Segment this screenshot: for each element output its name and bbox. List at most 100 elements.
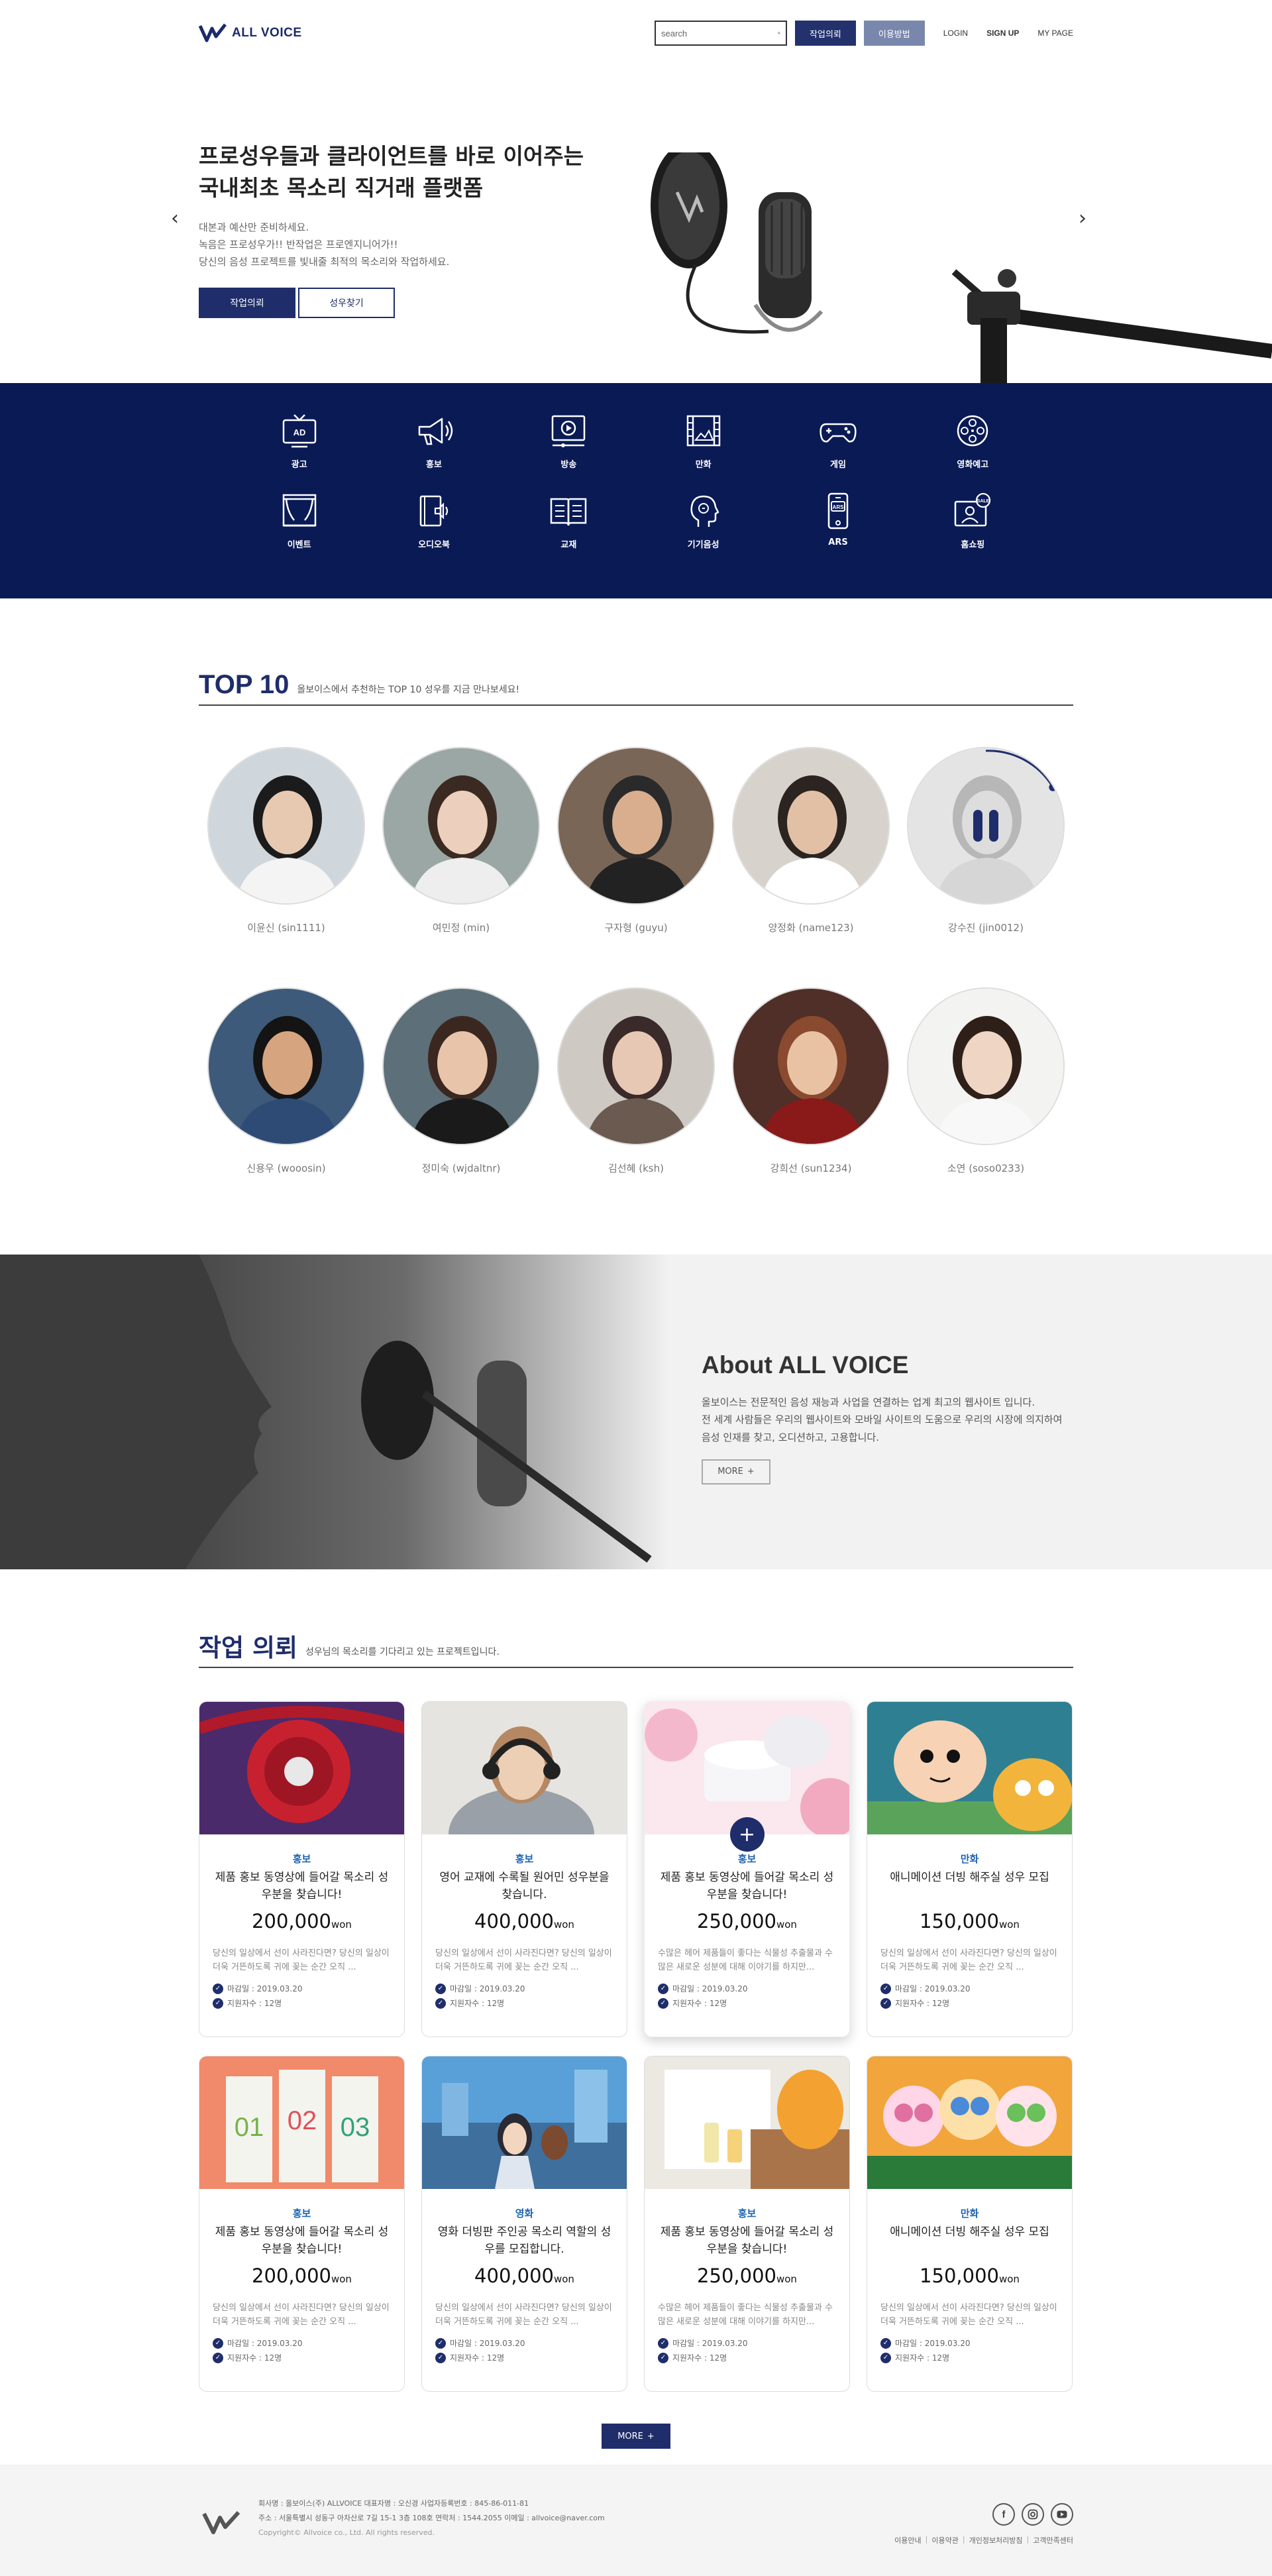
about-more-label: MORE (717, 1467, 743, 1477)
jobs-more-button[interactable]: MORE + (602, 2424, 670, 2449)
job-price: 250,000won (658, 1910, 836, 1932)
mypage-link[interactable]: MY PAGE (1037, 28, 1073, 38)
search-icon[interactable] (778, 27, 780, 39)
search-input[interactable] (661, 28, 778, 38)
job-price: 150,000won (880, 2265, 1059, 2287)
check-icon: ✓ (213, 2352, 223, 2363)
actor-avatar[interactable] (732, 987, 890, 1145)
about-section: About ALL VOICE 올보이스는 전문적인 음성 재능과 사업을 연결… (0, 1255, 1272, 1569)
category-item[interactable]: 홍보 (366, 410, 501, 470)
category-item[interactable]: 오디오북 (366, 490, 501, 550)
actor-card[interactable]: 신용우 (wooosin) (199, 987, 374, 1175)
category-item[interactable]: ARS ARS (770, 490, 905, 550)
audio-progress-ring (985, 750, 1057, 791)
hero-desc-line: 녹음은 프로성우가!! 반작업은 프로엔지니어가!! (199, 238, 398, 251)
actor-avatar[interactable] (382, 987, 540, 1145)
job-applicants-text: 지원자수 : 12명 (895, 1999, 950, 2008)
check-icon: ✓ (213, 1997, 223, 2009)
job-category: 영화 (515, 2208, 534, 2219)
category-item[interactable]: AD 광고 (232, 410, 366, 470)
actor-avatar[interactable] (207, 987, 365, 1145)
actor-avatar[interactable] (207, 747, 365, 905)
job-thumbnail (422, 2056, 627, 2189)
job-applicants-text: 지원자수 : 12명 (895, 2353, 950, 2363)
footer-company-info: 회사명 : 올보이스(주) ALLVOICE 대표자명 : 오신경 사업자등록번… (258, 2499, 529, 2508)
actor-avatar[interactable] (557, 987, 715, 1145)
actor-card[interactable]: 소연 (soso0233) (898, 987, 1073, 1175)
actor-card[interactable]: 이윤신 (sin1111) (199, 747, 374, 934)
actor-photo (209, 989, 364, 1144)
job-price: 400,000won (435, 2265, 613, 2287)
actor-card[interactable]: 양정화 (name123) (723, 747, 898, 934)
job-card[interactable]: + 홍보 제품 홍보 동영상에 들어갈 목소리 성우분을 찾습니다! 250,0… (644, 1701, 850, 2037)
job-price-value: 150,000 (920, 1910, 999, 1932)
actor-name: 이윤신 (sin1111) (247, 922, 325, 934)
actor-avatar[interactable] (732, 747, 890, 905)
category-item[interactable]: SALE 홈쇼핑 (906, 490, 1040, 550)
check-icon: ✓ (213, 1983, 223, 1994)
find-voice-actor-button[interactable]: 성우찾기 (298, 288, 395, 319)
site-header: ALL VOICE 작업의뢰 이용방법 LOGIN SIGN UP MY PAG… (0, 0, 1272, 66)
job-card[interactable]: 만화 애니메이션 더빙 해주실 성우 모집 150,000won 당신의 일상에… (867, 1701, 1073, 2037)
job-deadline: ✓ 마감일 : 2019.03.20 (658, 2337, 836, 2349)
job-price-unit: won (998, 2273, 1020, 2285)
footer-link[interactable]: 이용약관 (931, 2535, 958, 2546)
job-price: 200,000won (213, 2265, 391, 2287)
job-applicants-text: 지원자수 : 12명 (450, 2353, 505, 2363)
category-item[interactable]: 방송 (502, 410, 636, 470)
hero-prev-arrow[interactable]: ‹ (171, 207, 179, 230)
instagram-icon[interactable] (1022, 2503, 1044, 2526)
footer-link[interactable]: 이용안내 (894, 2535, 921, 2546)
category-item[interactable]: 영화예고 (906, 410, 1040, 470)
job-card[interactable]: 01 02 03 홍보 제품 홍보 동영상에 들어갈 목소리 성우분을 찾습니다! … (199, 2056, 405, 2392)
actor-card[interactable]: 강희선 (sun1234) (723, 987, 898, 1175)
job-description: 수많은 헤어 제품들이 좋다는 식물성 추출물과 수많은 새로운 성분에 대해 … (658, 2303, 833, 2327)
check-icon: ✓ (658, 1997, 668, 2009)
about-more-button[interactable]: MORE + (702, 1459, 770, 1484)
job-card[interactable]: 홍보 제품 홍보 동영상에 들어갈 목소리 성우분을 찾습니다! 200,000… (199, 1701, 405, 2037)
category-item[interactable]: 만화 (636, 410, 770, 470)
broadcast-play-icon (552, 415, 586, 447)
request-work-button[interactable]: 작업의뢰 (795, 21, 856, 46)
actor-card[interactable]: 강수진 (jin0012) (898, 747, 1073, 934)
actor-avatar[interactable] (907, 987, 1065, 1145)
check-icon: ✓ (435, 2352, 446, 2363)
job-card-image (645, 1702, 849, 1834)
hero-request-button[interactable]: 작업의뢰 (199, 288, 295, 319)
youtube-icon[interactable] (1051, 2503, 1073, 2526)
signup-link[interactable]: SIGN UP (986, 28, 1019, 38)
category-label: 오디오북 (418, 540, 450, 550)
brand-logo[interactable]: ALL VOICE (199, 23, 302, 43)
facebook-icon[interactable]: f (992, 2503, 1015, 2526)
job-price-value: 200,000 (252, 2265, 331, 2287)
actor-avatar[interactable] (557, 747, 715, 905)
footer-link[interactable]: 고객만족센터 (1033, 2535, 1073, 2546)
actor-card[interactable]: 정미숙 (wjdaltnr) (374, 987, 549, 1175)
job-card[interactable]: 홍보 제품 홍보 동영상에 들어갈 목소리 성우분을 찾습니다! 250,000… (644, 2056, 850, 2392)
category-item[interactable]: 기기음성 (636, 490, 770, 550)
search-box[interactable] (655, 21, 788, 46)
actor-card[interactable]: 여민정 (min) (374, 747, 549, 934)
actor-card[interactable]: 구자형 (guyu) (549, 747, 723, 934)
category-item[interactable]: 이벤트 (232, 490, 366, 550)
category-item[interactable]: 교재 (502, 490, 636, 550)
job-detail-plus-button[interactable]: + (729, 1817, 765, 1852)
job-title: 애니메이션 더빙 해주실 성우 모집 (890, 1871, 1049, 1884)
actor-name: 소연 (soso0233) (947, 1162, 1025, 1174)
actor-card[interactable]: 김선혜 (ksh) (549, 987, 723, 1175)
check-icon: ✓ (213, 2337, 223, 2349)
svg-text:02: 02 (288, 2106, 317, 2135)
job-card-image (867, 1702, 1072, 1834)
footer-link[interactable]: 개인정보처리방침 (969, 2535, 1023, 2546)
job-card[interactable]: 만화 애니메이션 더빙 해주실 성우 모집 150,000won 당신의 일상에… (867, 2056, 1073, 2392)
category-item[interactable]: 게임 (770, 410, 905, 470)
actor-avatar[interactable] (382, 747, 540, 905)
category-label: ARS (828, 537, 848, 547)
footer-logo[interactable] (199, 2504, 245, 2546)
job-description: 당신의 일상에서 선이 사라진다면? 당신의 일상이 더욱 거뜬하도록 귀에 꽂… (435, 1948, 612, 1972)
login-link[interactable]: LOGIN (943, 28, 968, 38)
how-to-use-button[interactable]: 이용방법 (863, 21, 925, 46)
job-card[interactable]: 영화 영화 더빙판 주인공 목소리 역할의 성우를 모집합니다. 400,000… (421, 2056, 627, 2392)
actor-avatar[interactable] (907, 747, 1065, 905)
job-card[interactable]: 홍보 영어 교재에 수록될 원어민 성우분을 찾습니다. 400,000won … (421, 1701, 627, 2037)
